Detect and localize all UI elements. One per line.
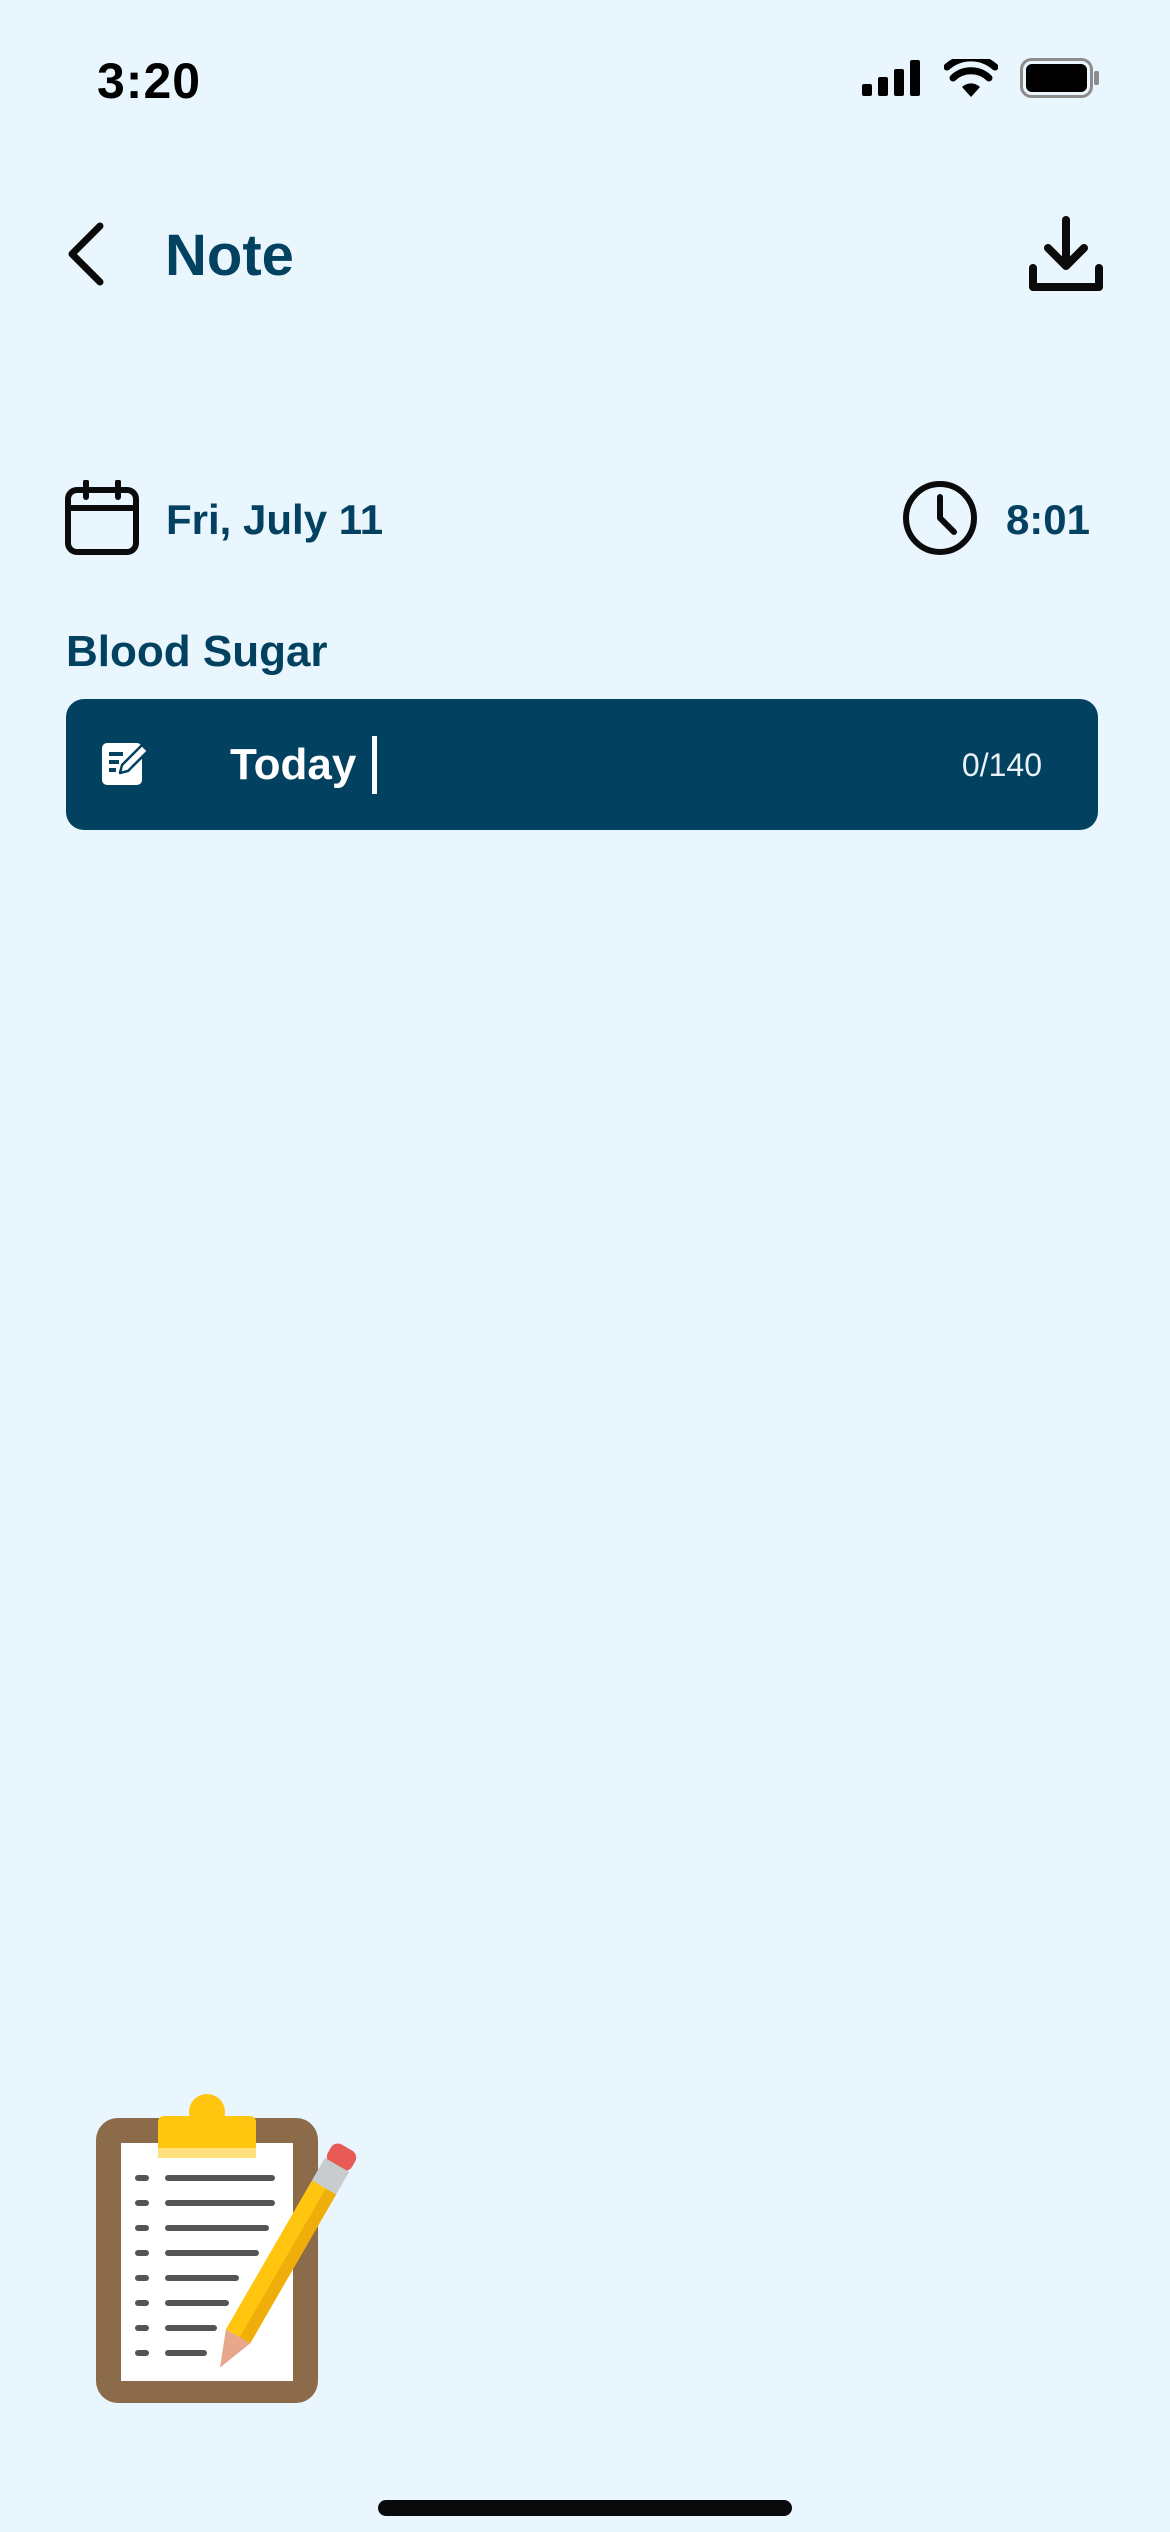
text-caret [372,736,378,794]
section-label: Blood Sugar [66,627,328,676]
calendar-icon [64,478,140,561]
home-indicator[interactable] [378,2500,792,2516]
signal-icon [862,60,922,101]
note-input[interactable]: Today 0/140 [66,699,1098,830]
status-icons [862,54,1100,103]
note-text: Today [230,740,357,789]
chevron-left-icon [66,222,106,291]
note-text-wrapper: Today [230,735,378,795]
time-picker[interactable]: 8:01 [902,480,1090,561]
wifi-icon [943,54,999,102]
edit-note-icon [100,739,150,789]
time-text: 8:01 [1005,496,1090,543]
status-time: 3:20 [97,53,202,109]
date-text: Fri, July 11 [166,496,384,543]
back-button[interactable] [58,218,114,294]
download-button[interactable] [1026,215,1106,297]
date-picker[interactable]: Fri, July 11 [64,478,384,561]
clock-icon [902,480,978,561]
battery-icon [1020,58,1100,103]
download-icon [1028,215,1104,297]
clipboard-illustration [86,2088,376,2408]
page-title: Note [165,223,294,288]
character-counter: 0/140 [961,747,1042,783]
